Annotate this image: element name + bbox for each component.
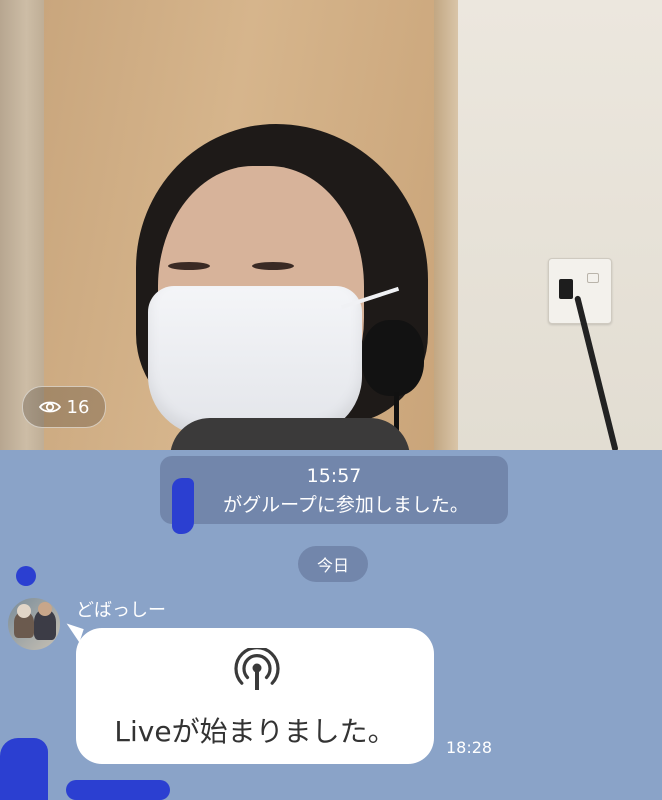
viewer-count-badge: 16 bbox=[22, 386, 106, 428]
avatar-person-head bbox=[17, 604, 31, 618]
message-time: 18:28 bbox=[446, 738, 493, 757]
outlet-slot bbox=[587, 273, 599, 283]
sender-name[interactable]: どばっしー bbox=[76, 596, 166, 622]
plug bbox=[559, 279, 573, 299]
redaction-mark bbox=[172, 478, 194, 534]
redaction-mark bbox=[16, 566, 36, 586]
live-message-bubble[interactable]: Liveが始まりました。 bbox=[76, 628, 434, 764]
eye-icon bbox=[38, 400, 61, 414]
date-separator: 今日 bbox=[298, 546, 368, 582]
avatar[interactable] bbox=[8, 598, 60, 650]
streamer-eye-right bbox=[252, 262, 294, 270]
live-broadcast-icon bbox=[233, 646, 281, 696]
redaction-mark bbox=[0, 738, 48, 800]
redaction-mark bbox=[66, 780, 170, 800]
avatar-person-head bbox=[38, 602, 52, 616]
wall bbox=[458, 0, 662, 450]
system-message: 15:57 がグループに参加しました。 bbox=[160, 456, 508, 524]
viewer-count: 16 bbox=[66, 396, 90, 418]
door-edge bbox=[434, 0, 458, 450]
headset bbox=[362, 320, 424, 396]
message-text: Liveが始まりました。 bbox=[114, 715, 396, 748]
streamer-eye-left bbox=[168, 262, 210, 270]
face-mask bbox=[148, 286, 362, 436]
live-video[interactable]: 16 bbox=[0, 0, 662, 450]
system-message-time: 15:57 bbox=[306, 465, 362, 487]
door-frame bbox=[0, 0, 44, 450]
system-message-text: がグループに参加しました。 bbox=[223, 494, 469, 516]
streamer-shirt bbox=[170, 418, 410, 450]
